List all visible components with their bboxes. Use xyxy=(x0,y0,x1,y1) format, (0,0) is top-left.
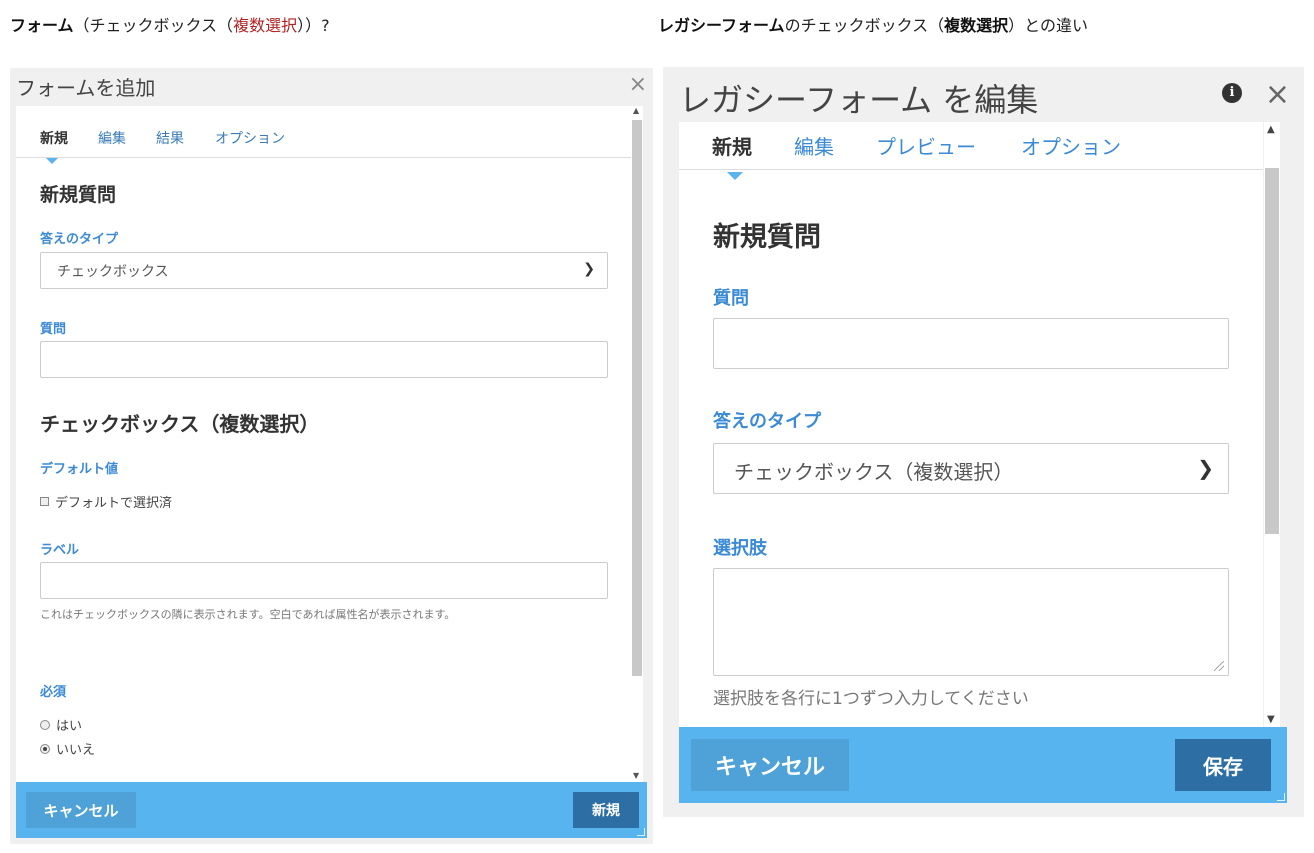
resize-handle-icon[interactable] xyxy=(1214,661,1224,671)
scroll-up-icon[interactable]: ▲ xyxy=(633,106,639,115)
checkbox-icon xyxy=(40,497,49,506)
resize-handle-icon[interactable] xyxy=(1277,793,1285,801)
active-tab-indicator xyxy=(46,158,58,164)
question-label: 質問 xyxy=(713,288,749,309)
scrollbar-thumb[interactable] xyxy=(632,120,642,676)
tab-results[interactable]: 結果 xyxy=(156,128,184,148)
close-icon[interactable]: × xyxy=(629,72,647,97)
right-caption: レガシーフォームのチェックボックス（複数選択）との違い xyxy=(658,12,1088,36)
scroll-down-icon[interactable]: ▼ xyxy=(633,771,639,780)
required-label: 必須 xyxy=(40,685,67,700)
choices-help-text: 選択肢を各行に1つずつ入力してください xyxy=(713,689,1029,709)
save-button[interactable]: 保存 xyxy=(1175,739,1271,791)
answer-type-label: 答えのタイプ xyxy=(40,232,119,247)
label-help-text: これはチェックボックスの隣に表示されます。空白であれば属性名が表示されます。 xyxy=(40,608,456,621)
scroll-down-icon[interactable]: ▼ xyxy=(1267,714,1275,725)
dialog-footer: キャンセル 新規 xyxy=(16,782,647,838)
cancel-button[interactable]: キャンセル xyxy=(26,792,136,828)
add-form-dialog: フォームを追加 × 新規 編集 結果 オプション 新規質問 答えのタイプ チェッ… xyxy=(10,68,653,844)
tab-edit[interactable]: 編集 xyxy=(794,131,834,160)
tab-edit[interactable]: 編集 xyxy=(98,128,126,148)
tab-options[interactable]: オプション xyxy=(1021,131,1121,160)
answer-type-select[interactable]: チェックボックス ❯ xyxy=(40,252,608,289)
close-icon[interactable]: × xyxy=(1265,77,1290,112)
required-yes-text: はい xyxy=(56,719,83,734)
scroll-up-icon[interactable]: ▲ xyxy=(1267,124,1275,135)
choices-textarea[interactable] xyxy=(713,568,1229,676)
required-no-radio[interactable]: いいえ xyxy=(40,739,95,758)
answer-type-select[interactable]: チェックボックス（複数選択） ❯ xyxy=(713,443,1229,494)
label-field-label: ラベル xyxy=(40,543,80,558)
checkbox-section-heading: チェックボックス（複数選択） xyxy=(40,412,320,436)
choices-label: 選択肢 xyxy=(713,538,767,559)
required-yes-radio[interactable]: はい xyxy=(40,715,82,734)
create-button[interactable]: 新規 xyxy=(573,792,639,828)
info-icon[interactable]: i xyxy=(1222,83,1242,103)
left-caption: フォーム（チェックボックス（複数選択））? xyxy=(10,12,330,36)
tab-bar: 新規 編集 結果 オプション xyxy=(16,106,637,158)
caption-right-bold: レガシーフォーム xyxy=(658,16,785,35)
edit-legacy-form-dialog: レガシーフォーム を編集 i × 新規 編集 プレビュー オプション 新規質問 … xyxy=(663,67,1304,817)
default-selected-text: デフォルトで選択済 xyxy=(55,496,173,511)
tab-preview[interactable]: プレビュー xyxy=(876,131,976,160)
answer-type-value: チェックボックス（複数選択） xyxy=(734,460,1014,484)
caption-left-close: ））? xyxy=(297,16,330,35)
scrollbar[interactable]: ▲ ▼ xyxy=(1264,122,1280,727)
section-heading: 新規質問 xyxy=(713,222,821,253)
section-heading: 新規質問 xyxy=(40,184,117,206)
tab-options[interactable]: オプション xyxy=(215,128,285,148)
caption-left-bold: フォーム xyxy=(10,16,74,35)
caption-right-end: ）との違い xyxy=(1008,16,1088,35)
radio-icon xyxy=(40,719,50,730)
required-no-text: いいえ xyxy=(56,743,96,758)
tab-new[interactable]: 新規 xyxy=(712,131,752,160)
answer-type-label: 答えのタイプ xyxy=(713,411,821,432)
dialog-body: 新規 編集 プレビュー オプション 新規質問 質問 答えのタイプ チェックボック… xyxy=(679,122,1263,727)
resize-handle-icon[interactable] xyxy=(637,828,645,836)
label-input[interactable] xyxy=(40,562,608,599)
dialog-body: 新規 編集 結果 オプション 新規質問 答えのタイプ チェックボックス ❯ 質問… xyxy=(16,106,637,782)
caption-right-mid: のチェックボックス（ xyxy=(784,16,945,35)
active-tab-indicator xyxy=(727,172,743,180)
default-selected-checkbox[interactable]: デフォルトで選択済 xyxy=(40,492,172,511)
scrollbar-thumb[interactable] xyxy=(1265,168,1279,534)
dialog-title: レガシーフォーム を編集 xyxy=(679,81,1039,119)
chevron-down-icon: ❯ xyxy=(583,261,595,277)
question-input[interactable] xyxy=(713,318,1229,369)
answer-type-value: チェックボックス xyxy=(57,264,169,280)
cancel-button[interactable]: キャンセル xyxy=(691,739,849,791)
dialog-title: フォームを追加 xyxy=(16,76,156,100)
question-input[interactable] xyxy=(40,341,608,378)
scrollbar[interactable]: ▲ ▼ xyxy=(631,106,643,782)
caption-right-bold2: 複数選択 xyxy=(944,16,1009,35)
dialog-footer: キャンセル 保存 xyxy=(679,727,1287,803)
tab-new[interactable]: 新規 xyxy=(40,128,68,148)
default-value-label: デフォルト値 xyxy=(40,462,119,477)
chevron-down-icon: ❯ xyxy=(1197,456,1214,480)
question-label: 質問 xyxy=(40,322,67,337)
caption-left-open: （チェックボックス（ xyxy=(73,16,234,35)
caption-left-red: 複数選択 xyxy=(233,16,298,35)
tab-bar: 新規 編集 プレビュー オプション xyxy=(679,122,1263,170)
radio-selected-icon xyxy=(40,743,50,754)
